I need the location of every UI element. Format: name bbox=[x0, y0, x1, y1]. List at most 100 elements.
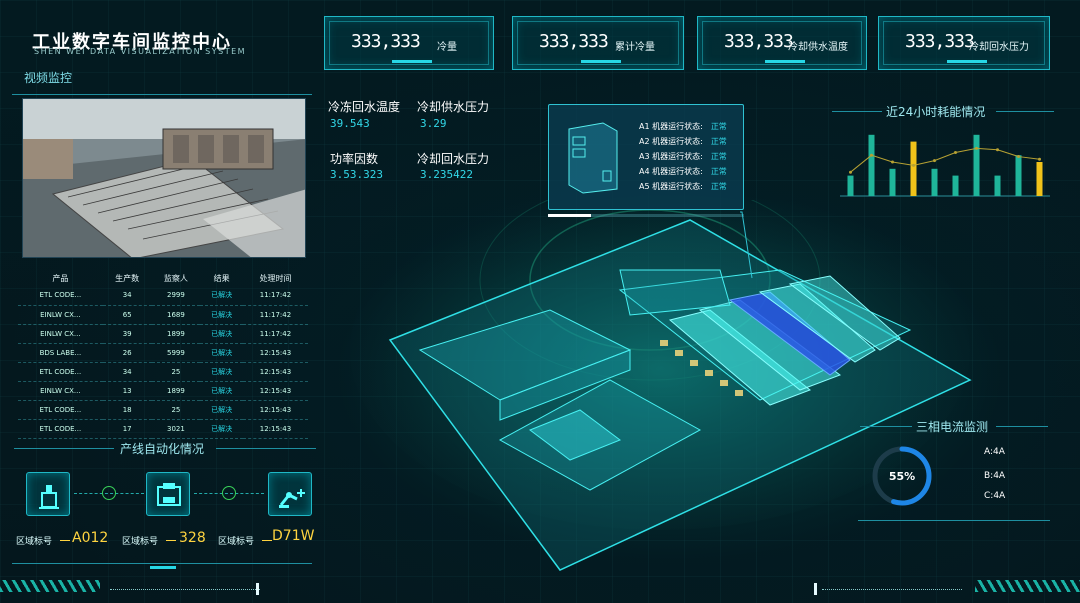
table-cell: 2999 bbox=[151, 286, 201, 306]
server-cabinet-icon bbox=[568, 122, 618, 194]
kpi-card-cooling[interactable]: 333,333 冷量 bbox=[324, 16, 494, 70]
column-header: 结果 bbox=[213, 273, 230, 283]
status-text: 正常 bbox=[710, 152, 727, 161]
kpi-underline bbox=[392, 60, 433, 63]
table-cell: 3021 bbox=[151, 419, 201, 439]
table-cell: EINLW CX... bbox=[18, 305, 103, 325]
table-cell: ETL CODE... bbox=[18, 362, 103, 382]
table-cell: 12:15:43 bbox=[242, 400, 308, 420]
table-row[interactable]: ETL CODE... 18 25 已解决 12:15:43 bbox=[18, 400, 308, 420]
machine-status-row: A3 机器运行状态: 正常 bbox=[639, 152, 727, 161]
table-cell: 11:17:42 bbox=[242, 305, 308, 325]
callout-line bbox=[740, 211, 753, 279]
table-row[interactable]: EINLW CX... 13 1899 已解决 12:15:43 bbox=[18, 381, 308, 401]
table-cell: BDS LABE... bbox=[18, 343, 103, 363]
kpi-label: 累计冷量 bbox=[615, 42, 655, 53]
table-cell: 26 bbox=[102, 343, 152, 363]
table-cell: 34 bbox=[102, 362, 152, 382]
table-cell: 12:15:43 bbox=[242, 343, 308, 363]
area-label: 区域标号 bbox=[16, 537, 53, 547]
table-cell: 1689 bbox=[151, 305, 201, 325]
area-value: 328 bbox=[179, 530, 206, 546]
table-row[interactable]: EINLW CX... 39 1899 已解决 11:17:42 bbox=[18, 324, 308, 344]
table-row[interactable]: ETL CODE... 34 25 已解决 12:15:43 bbox=[18, 362, 308, 382]
table-row[interactable]: EINLW CX... 65 1689 已解决 11:17:42 bbox=[18, 305, 308, 325]
automation-node-b[interactable] bbox=[146, 472, 190, 516]
energy-bar-chart[interactable] bbox=[840, 124, 1050, 204]
area-dash bbox=[60, 540, 70, 541]
table-cell: 已解决 bbox=[200, 400, 243, 420]
page-subtitle: SHEN WEI DATA VISUALIZATION SYSTEM bbox=[34, 47, 247, 56]
robot-arm-icon bbox=[279, 489, 305, 508]
status-progress-fill bbox=[548, 214, 592, 217]
machine-status-row: A1 机器运行状态: 正常 bbox=[639, 122, 727, 131]
machine-status-row: A5 机器运行状态: 正常 bbox=[639, 182, 727, 191]
table-cell: 11:17:42 bbox=[242, 286, 308, 306]
metric-label: 冷冻回水温度 bbox=[328, 100, 401, 114]
table-cell: 已解决 bbox=[200, 305, 243, 325]
printer-icon bbox=[157, 483, 181, 506]
automation-node-a[interactable] bbox=[26, 472, 70, 516]
table-row[interactable]: ETL CODE... 17 3021 已解决 12:15:43 bbox=[18, 419, 308, 439]
chart-bar bbox=[889, 168, 896, 196]
column-header: 产品 bbox=[52, 273, 69, 283]
area-value: D71W bbox=[272, 528, 315, 544]
status-text: 正常 bbox=[710, 137, 727, 146]
kpi-value: 333,333 bbox=[351, 31, 421, 52]
video-section-title: 视频监控 bbox=[24, 71, 73, 85]
kpi-label: 冷却供水温度 bbox=[788, 42, 848, 53]
chart-bar bbox=[868, 134, 875, 196]
metric-value: 3.29 bbox=[420, 117, 447, 130]
area-dash bbox=[166, 540, 176, 541]
status-text: 正常 bbox=[710, 167, 727, 176]
footer-stripes-left bbox=[0, 580, 100, 592]
table-cell: 已解决 bbox=[200, 419, 243, 439]
table-cell: 1899 bbox=[151, 324, 201, 344]
column-header: 处理时间 bbox=[259, 273, 292, 283]
kpi-value: 333,333 bbox=[724, 31, 794, 52]
area-label: 区域标号 bbox=[122, 537, 159, 547]
kpi-underline bbox=[581, 60, 621, 63]
kpi-card-supply-temp[interactable]: 333,333 冷却供水温度 bbox=[697, 16, 867, 70]
table-cell: 12:15:43 bbox=[242, 362, 308, 382]
table-row[interactable]: ETL CODE... 34 2999 已解决 11:17:42 bbox=[18, 286, 308, 306]
kpi-card-total-cooling[interactable]: 333,333 累计冷量 bbox=[512, 16, 684, 70]
footer-line-right bbox=[822, 589, 962, 590]
production-table: 产品 生产数 监察人 结果 处理时间 ETL CODE... 34 2999 已解决 1… bbox=[18, 270, 308, 439]
table-cell: EINLW CX... bbox=[18, 381, 103, 401]
table-cell: 已解决 bbox=[200, 286, 243, 306]
chart-bar bbox=[994, 175, 1001, 196]
table-header-row: 产品 生产数 监察人 结果 处理时间 bbox=[18, 270, 308, 286]
kpi-value: 333,333 bbox=[539, 31, 609, 52]
status-progress-track bbox=[548, 214, 744, 217]
divider bbox=[12, 94, 312, 95]
automation-node-c[interactable] bbox=[268, 472, 312, 516]
current-ring-gauge[interactable]: 55% bbox=[870, 444, 934, 508]
table-cell: 1899 bbox=[151, 381, 201, 401]
bottom-bar-right bbox=[858, 520, 1050, 521]
kpi-card-return-pressure[interactable]: 333,333 冷却回水压力 bbox=[878, 16, 1050, 70]
phase-a-reading: A:4A bbox=[984, 447, 1005, 457]
footer-stripes-right bbox=[975, 580, 1080, 592]
machine-status-panel[interactable]: A1 机器运行状态: 正常 A2 机器运行状态: 正常 A3 机器运行状态: 正常 A… bbox=[548, 104, 744, 210]
video-feed[interactable] bbox=[22, 98, 306, 258]
column-header: 生产数 bbox=[115, 273, 140, 283]
factory-3d-model[interactable] bbox=[330, 200, 1080, 600]
table-cell: 5999 bbox=[151, 343, 201, 363]
table-cell: 11:17:42 bbox=[242, 324, 308, 344]
metric-label: 功率因数 bbox=[330, 152, 379, 166]
table-cell: ETL CODE... bbox=[18, 419, 103, 439]
table-cell: 25 bbox=[151, 400, 201, 420]
table-cell: 12:15:43 bbox=[242, 381, 308, 401]
table-cell: 13 bbox=[102, 381, 152, 401]
table-cell: 65 bbox=[102, 305, 152, 325]
column-header: 监察人 bbox=[163, 273, 188, 283]
table-cell: 39 bbox=[102, 324, 152, 344]
table-row[interactable]: BDS LABE... 26 5999 已解决 12:15:43 bbox=[18, 343, 308, 363]
area-value: A012 bbox=[72, 530, 109, 546]
table-cell: 已解决 bbox=[200, 343, 243, 363]
bottom-accent bbox=[150, 566, 176, 569]
machine-status-row: A4 机器运行状态: 正常 bbox=[639, 167, 727, 176]
chart-bar bbox=[910, 141, 917, 196]
metric-value: 39.543 bbox=[330, 117, 370, 130]
